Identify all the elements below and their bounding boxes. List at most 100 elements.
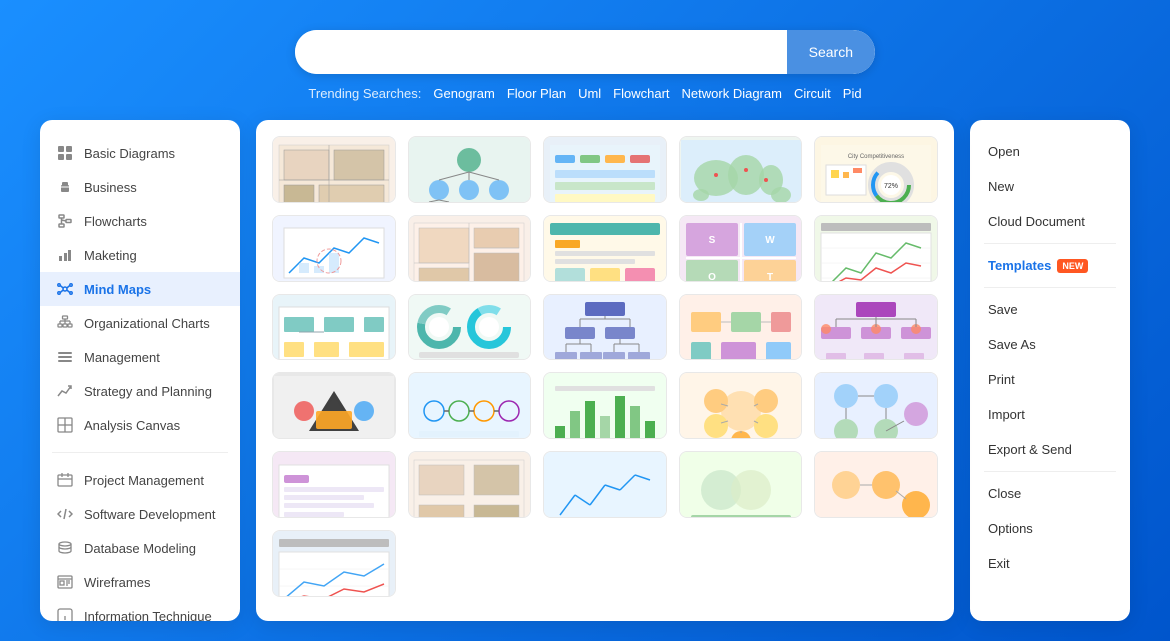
template-orgchart2[interactable]: Org Chart Set 2 bbox=[814, 294, 938, 361]
sidebar-item-database[interactable]: Database Modeling bbox=[40, 531, 240, 565]
panel-close[interactable]: Close bbox=[984, 478, 1116, 509]
sidebar-label-database: Database Modeling bbox=[84, 541, 196, 556]
template-thumb-lifeplan bbox=[273, 452, 395, 518]
search-button[interactable]: Search bbox=[787, 30, 875, 74]
template-bottom3[interactable] bbox=[679, 451, 803, 518]
sidebar-top-section: Basic Diagrams Business Flowcharts Maket… bbox=[40, 132, 240, 446]
sidebar-label-maketing: Maketing bbox=[84, 248, 137, 263]
org-icon bbox=[56, 314, 74, 332]
template-thumb-deptorg bbox=[544, 295, 666, 361]
project-icon bbox=[56, 471, 74, 489]
sidebar-label-org-charts: Organizational Charts bbox=[84, 316, 210, 331]
sidebar-item-maketing[interactable]: Maketing bbox=[40, 238, 240, 272]
trending-circuit[interactable]: Circuit bbox=[794, 86, 831, 101]
template-thumb-chart3 bbox=[409, 295, 531, 361]
sidebar-item-info-tech[interactable]: Information Technique bbox=[40, 599, 240, 621]
template-thumb-bottom3 bbox=[680, 452, 802, 518]
svg-text:72%: 72% bbox=[884, 183, 898, 190]
template-thumb-orgchart2 bbox=[815, 295, 937, 361]
panel-options[interactable]: Options bbox=[984, 513, 1116, 544]
template-chemexp[interactable]: Chemical Experim... bbox=[408, 372, 532, 439]
search-input[interactable] bbox=[295, 30, 787, 74]
template-deptorg[interactable]: Department Org Chart bbox=[543, 294, 667, 361]
template-homeplan3[interactable]: Home Plan 3 bbox=[408, 215, 532, 282]
panel-new[interactable]: New bbox=[984, 171, 1116, 202]
template-thumb-desalination bbox=[815, 216, 937, 282]
sidebar-item-mind-maps[interactable]: Mind Maps bbox=[40, 272, 240, 306]
template-worldmap2[interactable]: World Map 2 bbox=[679, 136, 803, 203]
sidebar-item-org-charts[interactable]: Organizational Charts bbox=[40, 306, 240, 340]
database-icon bbox=[56, 539, 74, 557]
template-thumb-homeplan3 bbox=[409, 216, 531, 282]
trending-floorplan[interactable]: Floor Plan bbox=[507, 86, 566, 101]
strategy-icon bbox=[56, 382, 74, 400]
panel-divider-3 bbox=[984, 471, 1116, 472]
template-thumb-bizmatrix: Business Matrix bbox=[273, 373, 395, 439]
template-thumb-city: City Competitiveness 72% bbox=[815, 137, 937, 203]
info-icon bbox=[56, 607, 74, 621]
sidebar-item-wireframes[interactable]: Wireframes bbox=[40, 565, 240, 599]
panel-cloud[interactable]: Cloud Document bbox=[984, 206, 1116, 237]
sidebar-label-info-tech: Information Technique bbox=[84, 609, 212, 622]
template-bottom5[interactable] bbox=[272, 530, 396, 597]
search-bar: Search bbox=[295, 30, 875, 74]
header: Search Trending Searches: Genogram Floor… bbox=[0, 0, 1170, 101]
trending-genogram[interactable]: Genogram bbox=[433, 86, 494, 101]
sidebar-item-project-mgmt[interactable]: Project Management bbox=[40, 463, 240, 497]
template-thumb-orgchart3 bbox=[409, 137, 531, 203]
trending-uml[interactable]: Uml bbox=[578, 86, 601, 101]
panel-export[interactable]: Export & Send bbox=[984, 434, 1116, 465]
panel-divider bbox=[984, 243, 1116, 244]
template-redesign[interactable]: Redesign Website... bbox=[543, 215, 667, 282]
templates-grid: Home Plan 1 bbox=[272, 136, 938, 605]
template-bottom1[interactable] bbox=[408, 451, 532, 518]
template-orgchart3[interactable]: Org Chart Set 3 bbox=[408, 136, 532, 203]
mindmap-icon bbox=[56, 280, 74, 298]
sidebar-divider bbox=[52, 452, 228, 453]
sidebar-item-analysis[interactable]: Analysis Canvas bbox=[40, 408, 240, 442]
template-english[interactable]: English Part Of Sp... bbox=[679, 372, 803, 439]
panel-import[interactable]: Import bbox=[984, 399, 1116, 430]
sidebar-item-basic-diagrams[interactable]: Basic Diagrams bbox=[40, 136, 240, 170]
panel-print[interactable]: Print bbox=[984, 364, 1116, 395]
template-bottom4[interactable] bbox=[814, 451, 938, 518]
panel-save-as[interactable]: Save As bbox=[984, 329, 1116, 360]
template-thumb-bottom5 bbox=[273, 531, 395, 597]
panel-templates[interactable]: Templates NEW bbox=[984, 250, 1116, 281]
template-bottom2[interactable] bbox=[543, 451, 667, 518]
sidebar-label-flowcharts: Flowcharts bbox=[84, 214, 147, 229]
template-columnchart[interactable]: Column Chart an... bbox=[543, 372, 667, 439]
template-flowsample[interactable]: Flowchart Sample bbox=[814, 372, 938, 439]
template-2dblock[interactable]: 2D Block 23 bbox=[679, 294, 803, 361]
template-bizmatrix[interactable]: Business Matrix Business Matrix ... bbox=[272, 372, 396, 439]
template-movement[interactable]: avement... bbox=[272, 294, 396, 361]
sidebar-label-wireframes: Wireframes bbox=[84, 575, 150, 590]
template-lifeplan[interactable]: Life Plan bbox=[272, 451, 396, 518]
template-enhance[interactable]: Enhance Competitit... bbox=[543, 136, 667, 203]
panel-exit[interactable]: Exit bbox=[984, 548, 1116, 579]
sidebar-label-software: Software Development bbox=[84, 507, 216, 522]
briefcase-icon bbox=[56, 178, 74, 196]
panel-open[interactable]: Open bbox=[984, 136, 1116, 167]
trending-flowchart[interactable]: Flowchart bbox=[613, 86, 669, 101]
trending-searches: Trending Searches: Genogram Floor Plan U… bbox=[308, 86, 861, 101]
template-empirical[interactable]: Empirical Probability bbox=[272, 215, 396, 282]
trending-pid[interactable]: Pid bbox=[843, 86, 862, 101]
sidebar-item-software-dev[interactable]: Software Development bbox=[40, 497, 240, 531]
template-city[interactable]: City Competitiveness 72% City Competitiv… bbox=[814, 136, 938, 203]
panel-save[interactable]: Save bbox=[984, 294, 1116, 325]
right-panel: Open New Cloud Document Templates NEW Sa… bbox=[970, 120, 1130, 621]
template-chart3[interactable]: Chart 3 bbox=[408, 294, 532, 361]
sidebar-item-strategy[interactable]: Strategy and Planning bbox=[40, 374, 240, 408]
template-desalination[interactable]: Desalination Experi... bbox=[814, 215, 938, 282]
template-thumb-swot: S W O T bbox=[680, 216, 802, 282]
wireframe-icon bbox=[56, 573, 74, 591]
sidebar-item-business[interactable]: Business bbox=[40, 170, 240, 204]
svg-text:T: T bbox=[767, 272, 773, 281]
sidebar-item-flowcharts[interactable]: Flowcharts bbox=[40, 204, 240, 238]
template-thumb-bottom2 bbox=[544, 452, 666, 518]
sidebar-item-management[interactable]: Management bbox=[40, 340, 240, 374]
template-swot[interactable]: S W O T Company SWOT bbox=[679, 215, 803, 282]
trending-network[interactable]: Network Diagram bbox=[682, 86, 782, 101]
template-homeplan1[interactable]: Home Plan 1 bbox=[272, 136, 396, 203]
